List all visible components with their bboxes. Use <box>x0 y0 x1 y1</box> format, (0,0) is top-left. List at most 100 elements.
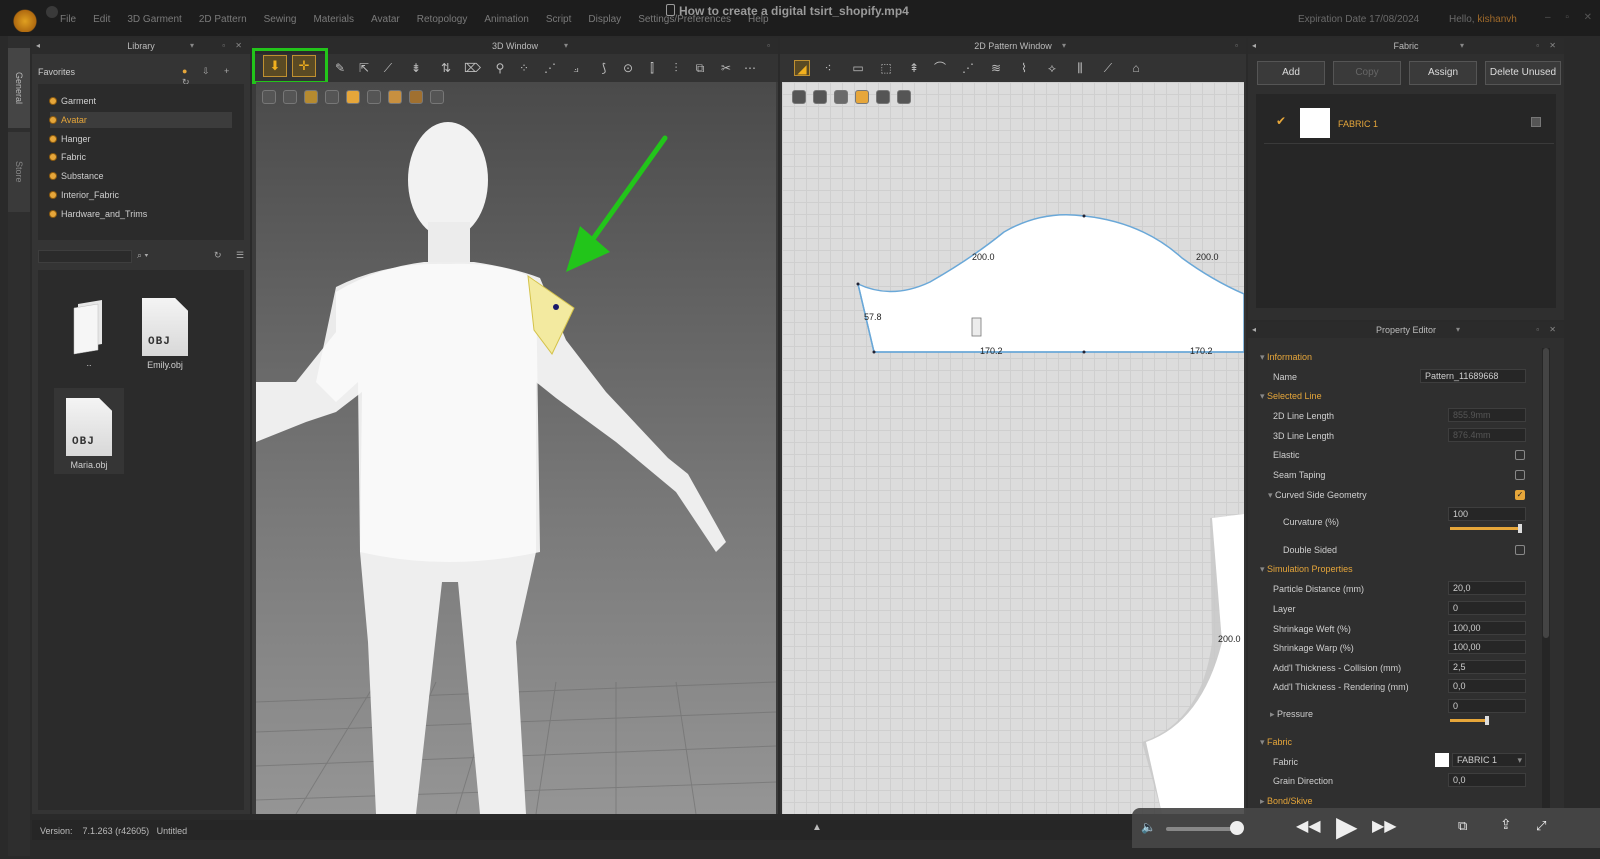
window-dot-icon[interactable] <box>46 6 58 18</box>
file-emily-obj[interactable]: OBJ Emily.obj <box>130 298 200 370</box>
texture-display-icon[interactable] <box>304 90 318 104</box>
favorite-interior-fabric[interactable]: Interior_Fabric <box>50 187 232 203</box>
skin-show-icon[interactable] <box>388 90 402 104</box>
fabric-save-icon[interactable] <box>1531 117 1541 127</box>
warp-field[interactable]: 100,00 <box>1448 640 1526 654</box>
side-tab-store[interactable]: Store <box>8 132 30 212</box>
pin-icon[interactable]: ◂ <box>1252 38 1256 54</box>
side-tab-general[interactable]: General <box>8 48 30 128</box>
avatar-display-icon[interactable] <box>262 90 276 104</box>
pin-tool-icon[interactable]: ⚲ <box>492 60 508 76</box>
volume-icon[interactable]: 🔈 <box>1141 820 1156 834</box>
ruler-icon[interactable]: ⟋ <box>1100 60 1116 76</box>
grain-field[interactable]: 0,0 <box>1448 773 1526 787</box>
move-icon[interactable]: ⇅ <box>438 60 454 76</box>
sewing-line-icon[interactable]: ≋ <box>988 60 1004 76</box>
favorite-hanger[interactable]: Hanger <box>50 131 232 147</box>
seam-taping-checkbox[interactable] <box>1515 470 1525 480</box>
library-search-input[interactable] <box>38 250 132 263</box>
menu-display[interactable]: Display <box>588 14 621 25</box>
add-fabric-button[interactable]: Add <box>1257 61 1325 85</box>
garment-show-icon[interactable] <box>346 90 360 104</box>
arrange-icon[interactable]: ⧉ <box>692 60 708 76</box>
pattern-view-icon[interactable] <box>792 90 806 104</box>
tack-icon[interactable]: ⁘ <box>516 60 532 76</box>
weft-field[interactable]: 100,00 <box>1448 621 1526 635</box>
favorite-hardware-trims[interactable]: Hardware_and_Trims <box>50 206 232 222</box>
curvature-slider-knob[interactable] <box>1518 524 1522 533</box>
fullscreen-icon[interactable]: ⤢ <box>1536 818 1546 834</box>
trace-icon[interactable]: ⟡ <box>1044 60 1060 76</box>
line-tool-icon[interactable]: ⟋ <box>380 60 396 76</box>
pressure-slider-knob[interactable] <box>1485 716 1489 725</box>
garment-display-icon[interactable] <box>283 90 297 104</box>
pin-icon[interactable]: ◂ <box>1252 322 1256 338</box>
volume-slider[interactable] <box>1166 827 1240 831</box>
menu-2d-pattern[interactable]: 2D Pattern <box>199 14 247 25</box>
stitch-icon[interactable]: ⋰ <box>542 60 558 76</box>
edit-pattern-icon[interactable]: ✎ <box>332 60 348 76</box>
topstitch-icon[interactable]: ⟆ <box>596 60 612 76</box>
file-parent-folder[interactable]: .. <box>54 298 124 368</box>
sphere-show-icon[interactable] <box>409 90 423 104</box>
menu-edit[interactable]: Edit <box>93 14 110 25</box>
more-tools-icon[interactable]: ⋯ <box>742 60 758 76</box>
favorite-fabric[interactable]: Fabric <box>50 149 232 165</box>
download-icon[interactable]: ⇩ <box>202 66 216 76</box>
section-information[interactable]: Information <box>1260 352 1312 363</box>
section-bond-skive[interactable]: ▸ Bond/Skive <box>1260 796 1313 807</box>
particle-field[interactable]: 20,0 <box>1448 581 1526 595</box>
star-icon[interactable]: ● <box>182 66 193 76</box>
panel-controls[interactable]: ▫ ✕ <box>1536 322 1560 338</box>
curved-side-checkbox[interactable]: ✓ <box>1515 490 1525 500</box>
chevron-down-icon[interactable]: ▾ <box>190 38 194 54</box>
section-simulation[interactable]: Simulation Properties <box>1260 564 1353 575</box>
pressure-label[interactable]: ▸ Pressure <box>1270 709 1313 720</box>
play-icon[interactable]: ▶ <box>1336 810 1358 843</box>
tshirt-icon[interactable]: ⌂ <box>1128 60 1144 76</box>
curve-point-icon[interactable]: ⌒ <box>932 60 948 76</box>
panel-controls[interactable]: ▫ ✕ <box>1536 38 1560 54</box>
pressure-slider[interactable] <box>1450 719 1486 722</box>
property-scrollbar-thumb[interactable] <box>1543 348 1549 638</box>
user-name[interactable]: kishanvh <box>1477 14 1516 25</box>
dart-icon[interactable]: ⇞ <box>906 60 922 76</box>
chevron-down-icon[interactable]: ▾ <box>1456 322 1460 338</box>
polygon-icon[interactable]: ⬚ <box>878 60 894 76</box>
copy-fabric-button[interactable]: Copy <box>1333 61 1401 85</box>
fabric-swatch[interactable] <box>1300 108 1330 138</box>
pressure-field[interactable]: 0 <box>1448 699 1526 713</box>
shirt-view-icon[interactable] <box>876 90 890 104</box>
panel-controls[interactable]: ▫ ✕ <box>222 38 246 54</box>
volume-slider-knob[interactable] <box>1230 821 1244 835</box>
fast-forward-icon[interactable]: ▶▶ <box>1372 816 1397 836</box>
fold-line-icon[interactable]: ⌇ <box>1016 60 1032 76</box>
zipper-icon[interactable]: ⫿ <box>644 60 660 76</box>
texture-view-icon[interactable] <box>834 90 848 104</box>
rewind-icon[interactable]: ◀◀ <box>1296 816 1321 836</box>
window-controls[interactable]: – ▫ ✕ <box>1545 12 1598 23</box>
share-icon[interactable]: ⇪ <box>1500 816 1512 833</box>
add-icon[interactable]: + <box>224 66 235 76</box>
expand-up-icon[interactable]: ▲ <box>812 822 822 833</box>
chevron-down-icon[interactable]: ▾ <box>1062 38 1066 54</box>
fold-icon[interactable]: ⇟ <box>408 60 424 76</box>
rendering-field[interactable]: 0,0 <box>1448 679 1526 693</box>
pattern-handle-icon[interactable] <box>971 317 982 337</box>
float-icon[interactable]: ▫ <box>767 38 774 54</box>
curvature-slider[interactable] <box>1450 527 1522 530</box>
menu-file[interactable]: File <box>60 14 76 25</box>
menu-materials[interactable]: Materials <box>313 14 354 25</box>
search-icon[interactable]: ⌕ ▾ <box>137 250 148 261</box>
section-selected-line[interactable]: Selected Line <box>1260 391 1322 402</box>
layer-field[interactable]: 0 <box>1448 601 1526 615</box>
menu-sewing[interactable]: Sewing <box>264 14 297 25</box>
segment-icon[interactable]: ⌦ <box>464 60 481 76</box>
pattern-show-icon[interactable] <box>367 90 381 104</box>
edit-point-icon[interactable]: ⁖ <box>820 60 836 76</box>
transform-icon[interactable]: ⇱ <box>356 60 372 76</box>
avatar-show-icon[interactable] <box>325 90 339 104</box>
double-sided-checkbox[interactable] <box>1515 545 1525 555</box>
curvature-field[interactable]: 100 <box>1448 507 1526 521</box>
favorite-garment[interactable]: Garment <box>50 93 232 109</box>
